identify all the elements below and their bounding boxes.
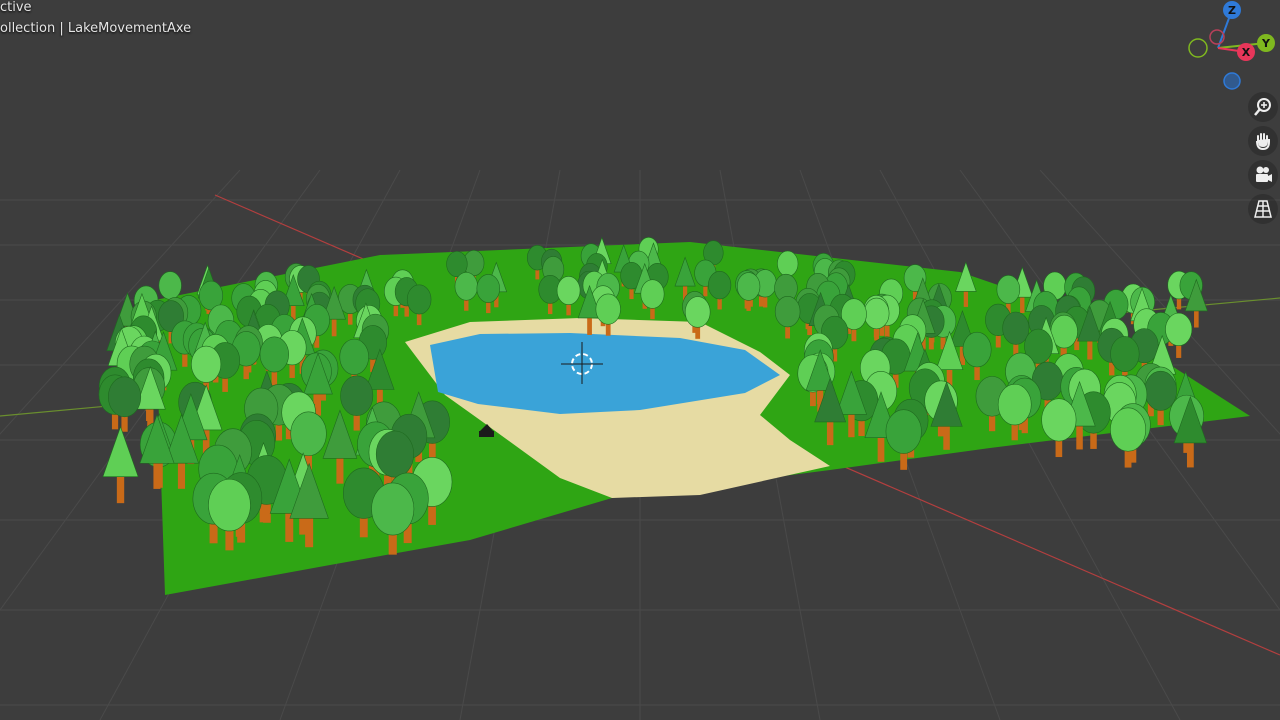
tree-canopy [556, 276, 581, 306]
tree-canopy [996, 275, 1021, 304]
tree-canopy [684, 296, 711, 328]
tree-canopy [997, 383, 1032, 426]
tree-canopy [1165, 312, 1193, 347]
tree-canopy [774, 296, 801, 328]
tree-canopy [476, 274, 501, 303]
pan-button[interactable] [1248, 126, 1278, 156]
gizmo-z-axis[interactable]: Z [1223, 1, 1241, 19]
tree-canopy [1144, 370, 1177, 411]
tree-canopy [640, 279, 665, 309]
svg-text:Y: Y [1261, 37, 1271, 50]
tree-canopy [339, 338, 369, 376]
tree-canopy [962, 331, 992, 368]
tree-canopy [736, 272, 761, 301]
hand-pan-icon [1256, 133, 1270, 151]
tree-canopy [191, 345, 222, 383]
3d-viewport[interactable]: ctive ollection | LakeMovementAxe Z Y X [0, 0, 1280, 720]
svg-text:Z: Z [1228, 4, 1236, 17]
viewport-collection-text: ollection | LakeMovementAxe [0, 21, 192, 36]
tree-canopy [885, 409, 922, 454]
tree-canopy [340, 375, 374, 416]
navigation-gizmo[interactable]: Z Y X [1180, 0, 1280, 100]
zoom-button[interactable] [1248, 92, 1278, 122]
viewport-mode-text: ctive [0, 0, 32, 15]
tree-canopy [108, 376, 142, 418]
gizmo-x-axis[interactable]: X [1237, 43, 1255, 61]
tree-canopy [1041, 398, 1077, 442]
grid-perspective-icon [1254, 200, 1272, 218]
tree-canopy [454, 272, 478, 301]
scene-canvas[interactable] [0, 0, 1280, 720]
svg-text:X: X [1242, 46, 1251, 59]
tree-canopy [1002, 311, 1030, 345]
gizmo-z-negative[interactable] [1223, 72, 1241, 90]
gizmo-y-axis[interactable]: Y [1257, 34, 1275, 52]
tree-canopy [102, 425, 139, 477]
tree-canopy [371, 482, 415, 536]
camera-view-button[interactable] [1248, 160, 1278, 190]
tree-canopy [406, 284, 432, 315]
tree-canopy [777, 250, 799, 277]
tree-canopy [863, 297, 890, 330]
perspective-toggle-button[interactable] [1248, 194, 1278, 224]
tree-canopy [1110, 336, 1140, 372]
tree-canopy [208, 478, 251, 532]
tree-canopy [595, 293, 621, 325]
gizmo-y-negative[interactable] [1188, 38, 1208, 58]
tree-canopy [375, 430, 415, 478]
tree-canopy [290, 411, 327, 457]
tree-canopy [259, 336, 289, 373]
tree-canopy [708, 270, 732, 300]
tree-canopy [158, 271, 182, 300]
tree-canopy [1110, 407, 1147, 452]
zoom-icon [1254, 98, 1271, 116]
camera-icon [1256, 166, 1272, 182]
